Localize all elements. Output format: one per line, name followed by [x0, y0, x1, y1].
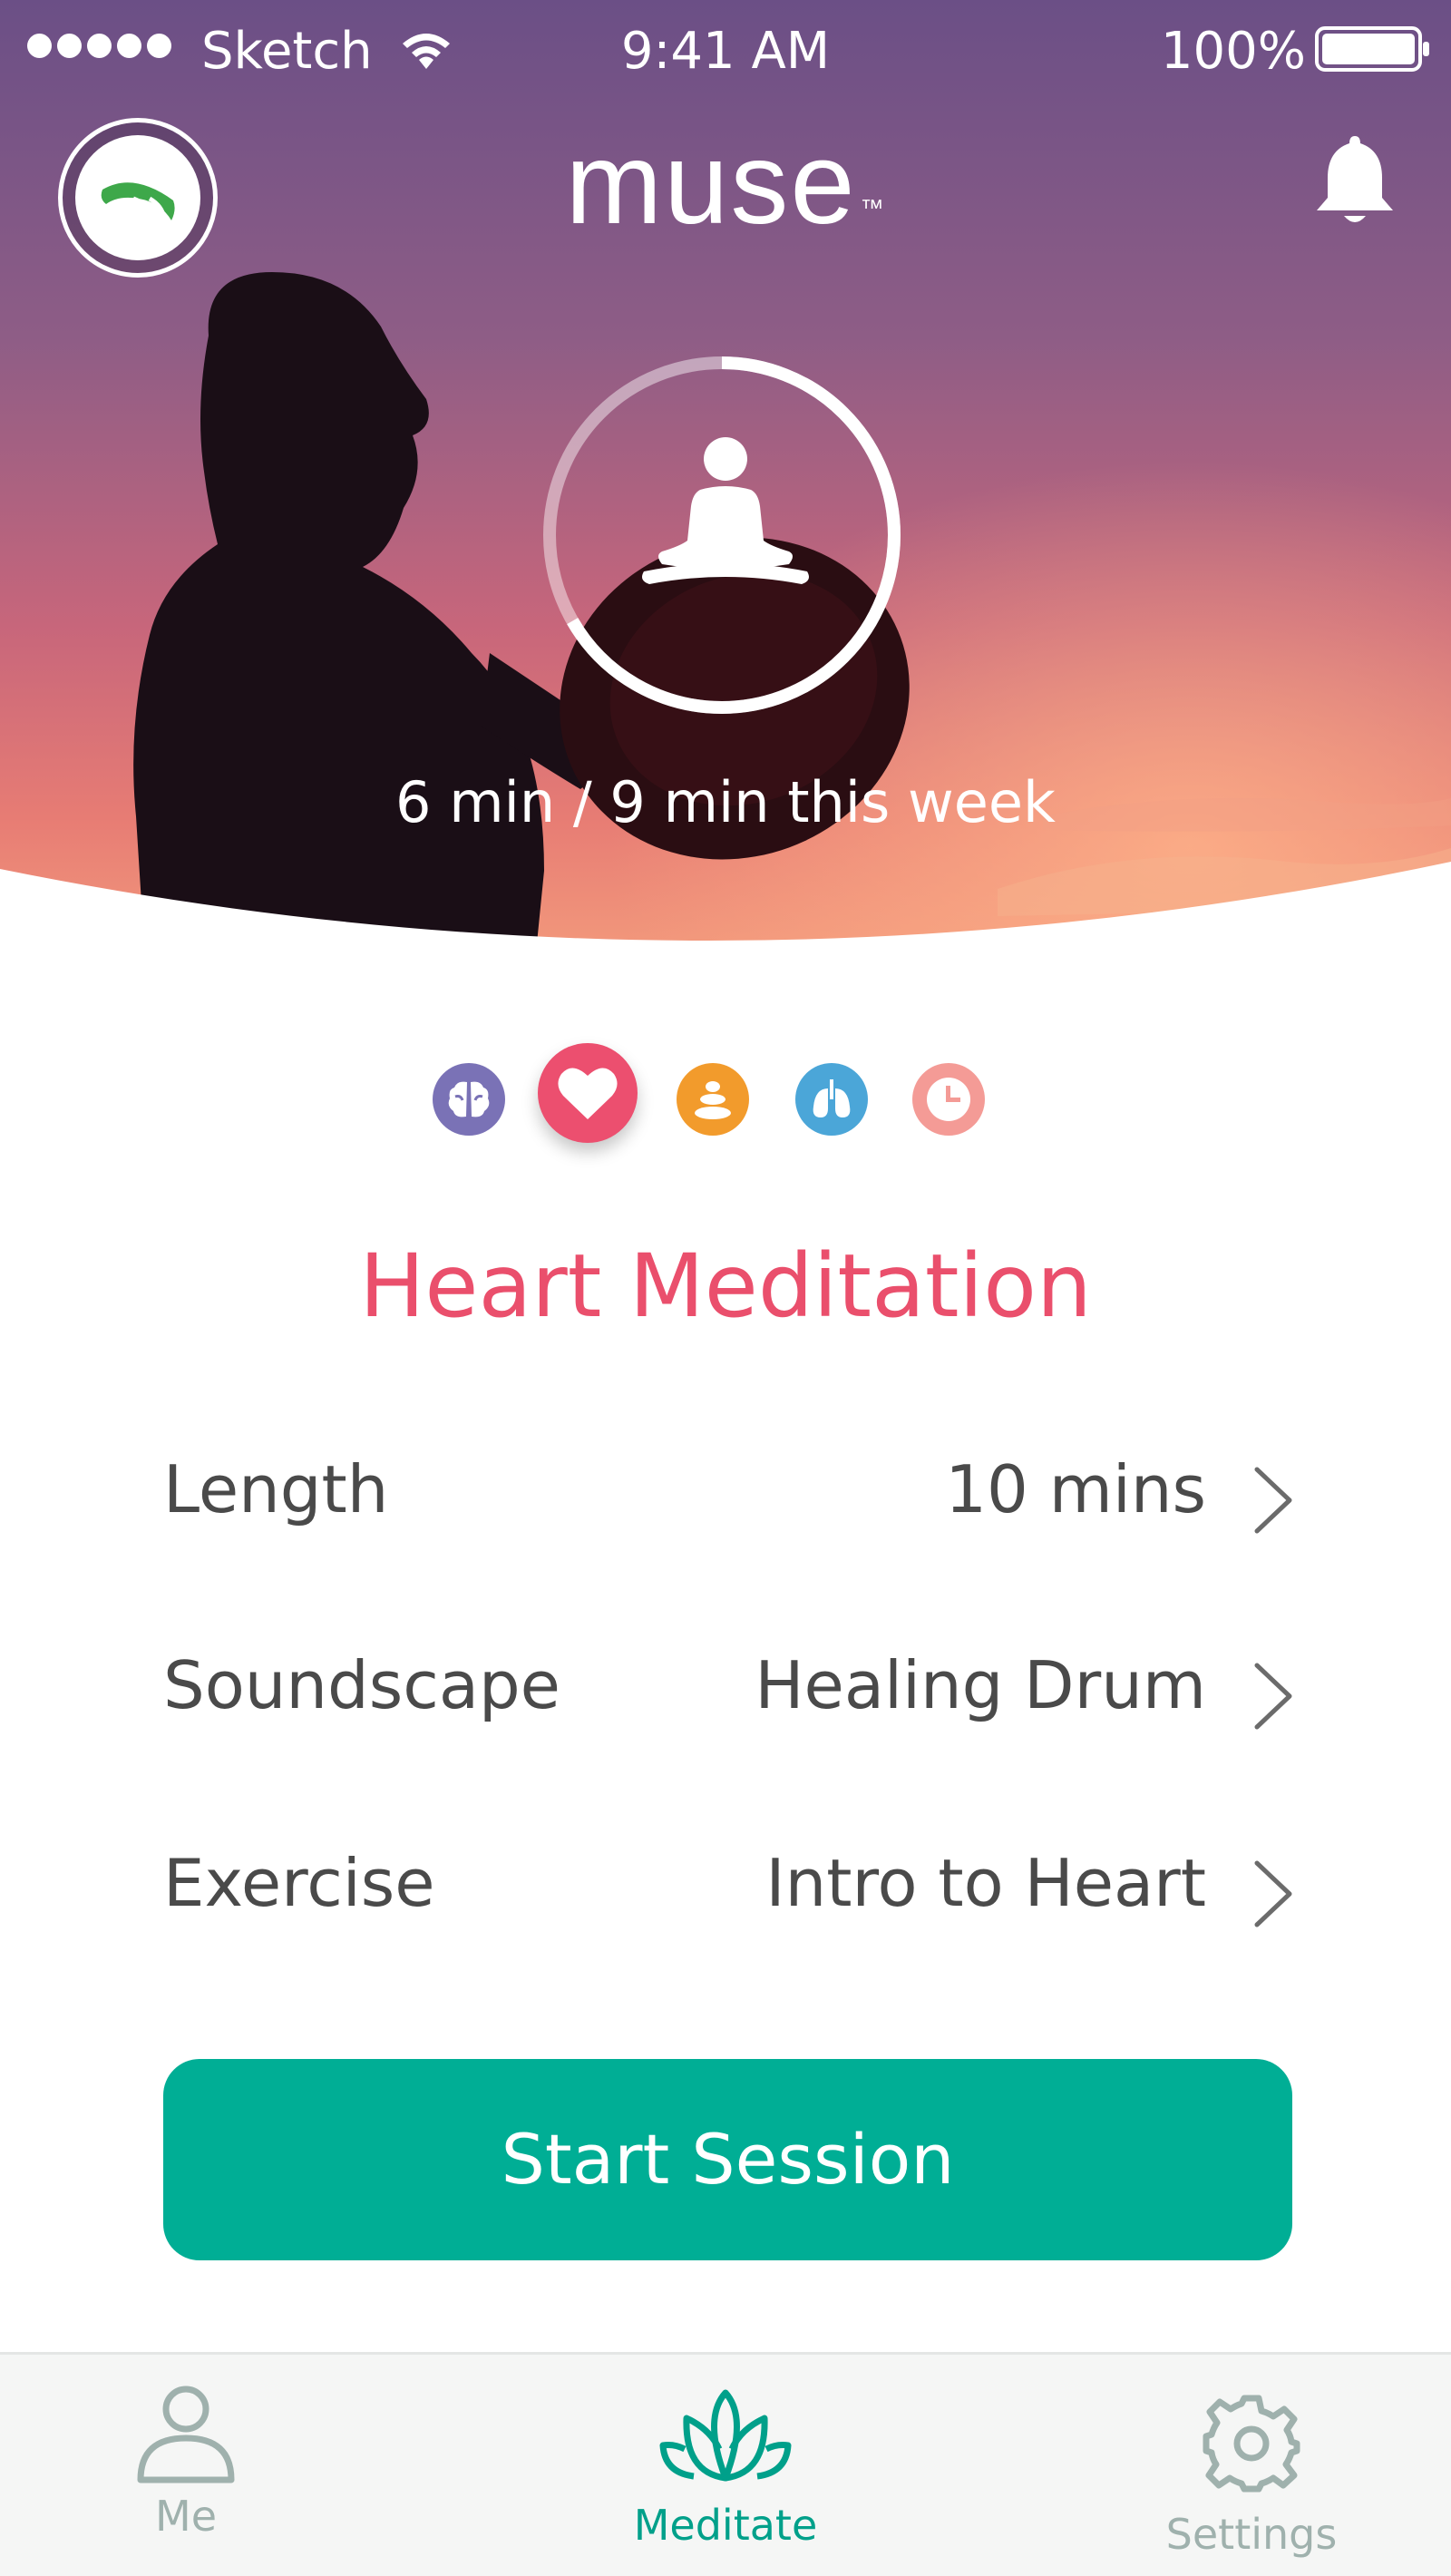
meditation-mode-selector	[0, 1043, 1451, 1152]
length-setting-row[interactable]: Length 10 mins	[163, 1435, 1297, 1544]
meditation-pose-icon	[642, 437, 809, 584]
brain-icon	[448, 1081, 490, 1117]
tab-me[interactable]: Me	[100, 2355, 272, 2576]
hero-banner: Sketch 9:41 AM 100% muse ™ 6 min / 9 min…	[0, 0, 1451, 961]
start-session-button[interactable]: Start Session	[163, 2059, 1292, 2260]
status-bar: Sketch 9:41 AM 100%	[0, 0, 1451, 107]
tab-meditate-label: Meditate	[633, 2501, 818, 2550]
exercise-label: Exercise	[163, 1845, 435, 1921]
mode-timer-button[interactable]	[912, 1063, 985, 1136]
muse-logo: muse ™	[565, 119, 886, 249]
notification-bell-icon[interactable]	[1311, 132, 1398, 230]
lotus-icon	[659, 2389, 792, 2482]
tab-settings[interactable]: Settings	[1143, 2355, 1360, 2576]
battery-percentage: 100%	[1160, 22, 1306, 81]
mode-body-button[interactable]	[677, 1063, 749, 1136]
meditate-screen: Sketch 9:41 AM 100% muse ™ 6 min / 9 min…	[0, 0, 1451, 2576]
mode-breath-button[interactable]	[795, 1063, 868, 1136]
tab-meditate[interactable]: Meditate	[599, 2355, 852, 2576]
stones-icon	[695, 1081, 731, 1119]
tab-me-label: Me	[155, 2492, 217, 2541]
tab-settings-label: Settings	[1165, 2510, 1338, 2559]
person-icon	[137, 2386, 235, 2483]
length-value: 10 mins	[945, 1451, 1206, 1527]
lungs-icon	[813, 1079, 851, 1117]
mode-heart-button[interactable]	[538, 1043, 638, 1143]
chevron-right-icon	[1254, 1663, 1292, 1730]
mode-brain-button[interactable]	[433, 1063, 505, 1136]
battery-icon	[1315, 26, 1429, 72]
exercise-setting-row[interactable]: Exercise Intro to Heart	[163, 1829, 1297, 1937]
chevron-right-icon	[1254, 1467, 1292, 1534]
bottom-tab-bar: Me Meditate Settings	[0, 2352, 1451, 2576]
session-title: Heart Meditation	[359, 1235, 1092, 1337]
weekly-progress-text: 6 min / 9 min this week	[395, 769, 1056, 835]
soundscape-setting-row[interactable]: Soundscape Healing Drum	[163, 1631, 1297, 1740]
clock-icon	[927, 1078, 970, 1121]
exercise-value: Intro to Heart	[765, 1845, 1206, 1921]
gear-icon	[1203, 2395, 1300, 2493]
soundscape-label: Soundscape	[163, 1647, 560, 1723]
length-label: Length	[163, 1451, 389, 1527]
chevron-right-icon	[1254, 1860, 1292, 1927]
soundscape-value: Healing Drum	[755, 1647, 1206, 1723]
heart-icon	[558, 1068, 618, 1119]
